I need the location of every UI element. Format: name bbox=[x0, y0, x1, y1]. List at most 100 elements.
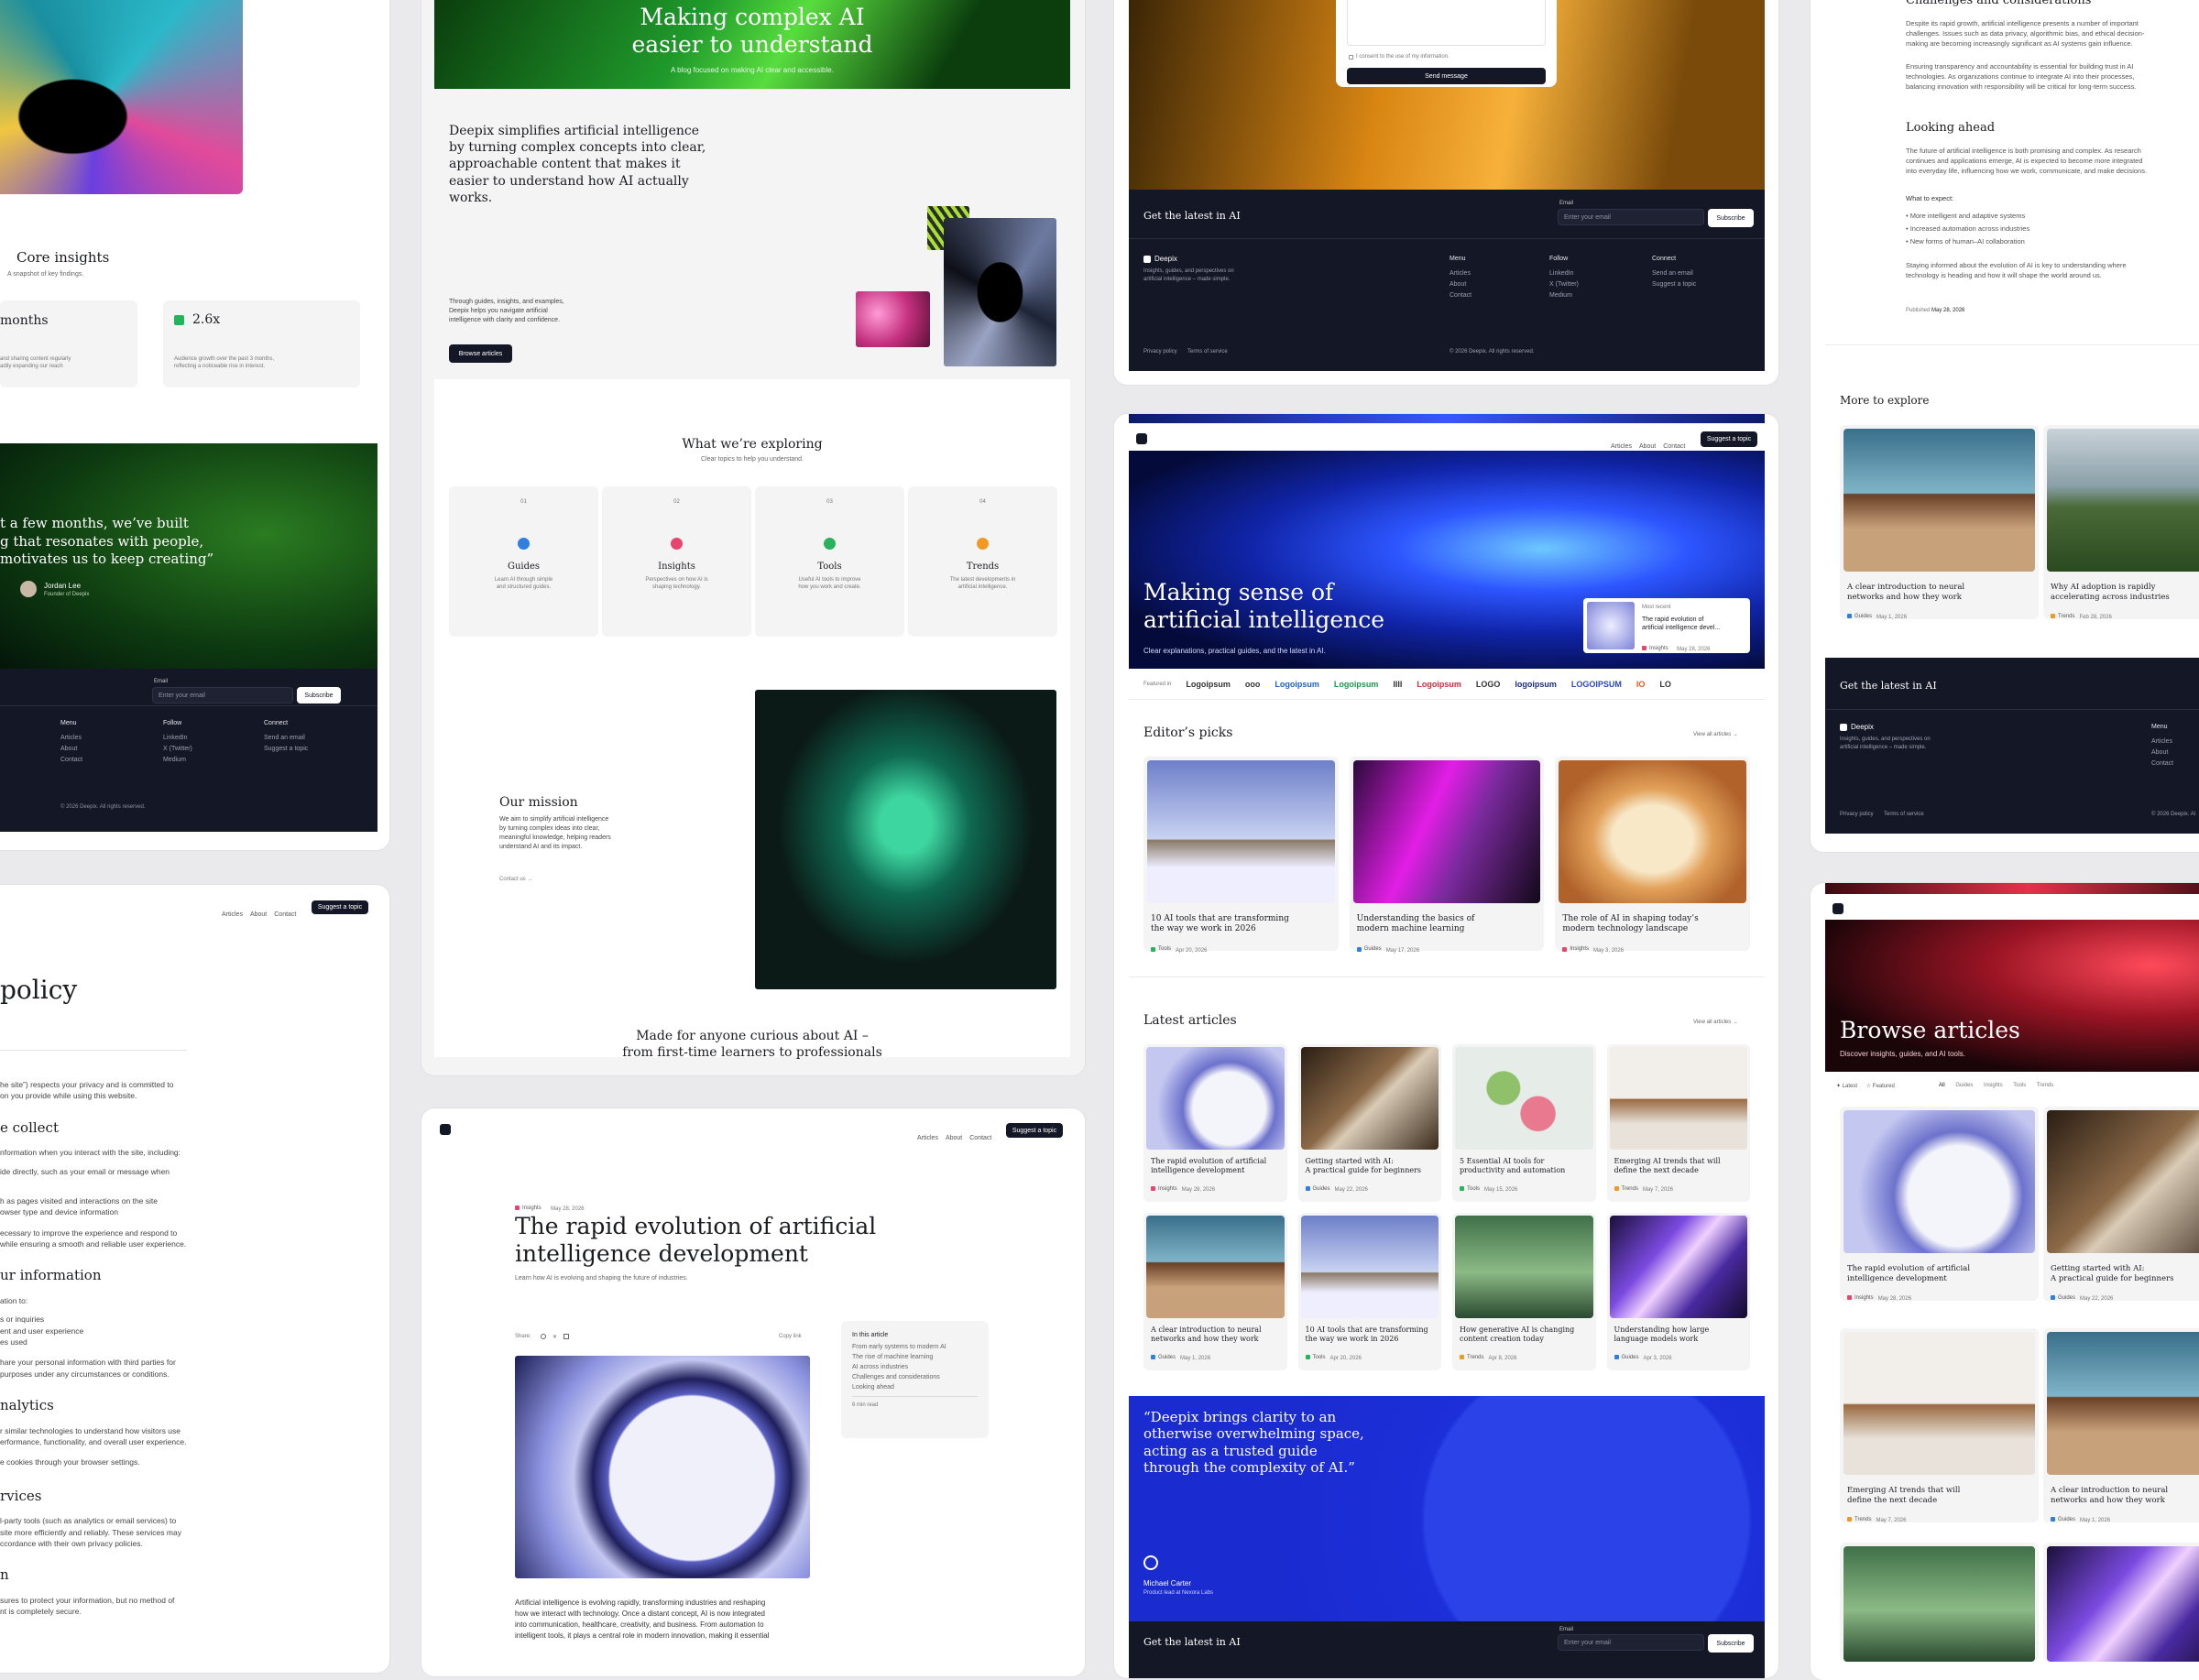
view-all-link[interactable]: View all articles → bbox=[1693, 1020, 1738, 1025]
toc-link[interactable]: AI across industries bbox=[852, 1364, 978, 1370]
article-card[interactable]: The role of AI in shaping today’s modern… bbox=[1555, 757, 1751, 954]
topics-grid: 01 Guides Learn AI through simple and st… bbox=[449, 486, 1057, 637]
article-card[interactable]: 10 AI tools that are transforming the wa… bbox=[1143, 757, 1339, 954]
suggest-topic-button[interactable]: Suggest a topic bbox=[312, 900, 368, 914]
terms-link[interactable]: Terms of service bbox=[1187, 349, 1228, 355]
read-time: 6 min read bbox=[852, 1402, 879, 1408]
newsletter-title: Get the latest in AI bbox=[1840, 680, 1937, 692]
toc-link[interactable]: From early systems to modern AI bbox=[852, 1344, 978, 1350]
sort-latest[interactable]: ✦ Latest bbox=[1836, 1084, 1857, 1089]
footer-link[interactable]: About bbox=[1450, 281, 1471, 288]
footer-link[interactable]: Articles bbox=[60, 735, 82, 741]
article-card[interactable] bbox=[2043, 1543, 2199, 1662]
footer-link[interactable]: Medium bbox=[1549, 292, 1579, 299]
topic-card[interactable]: 01 Guides Learn AI through simple and st… bbox=[449, 486, 598, 637]
nav-link[interactable]: About bbox=[946, 1135, 962, 1141]
article-card[interactable]: The rapid evolution of artificial intell… bbox=[1840, 1107, 2039, 1302]
policy-heading: n bbox=[0, 1566, 9, 1584]
footer-link[interactable]: Articles bbox=[2151, 738, 2173, 745]
topic-card[interactable]: 03 Tools Useful AI tools to improve how … bbox=[755, 486, 904, 637]
footer-link[interactable]: Contact bbox=[2151, 760, 2173, 767]
flame-icon bbox=[977, 538, 989, 550]
contact-us-link[interactable]: Contact us → bbox=[499, 877, 532, 882]
terms-link[interactable]: Terms of service bbox=[1884, 812, 1924, 817]
footer-link[interactable]: About bbox=[60, 746, 82, 752]
x-icon[interactable]: ✕ bbox=[552, 1334, 557, 1340]
browse-articles-button[interactable]: Browse articles bbox=[449, 344, 512, 363]
nav-link[interactable]: Contact bbox=[274, 911, 296, 918]
nav-link[interactable]: Contact bbox=[969, 1135, 991, 1141]
article-card[interactable]: Understanding how large language models … bbox=[1606, 1213, 1750, 1370]
copy-link-button[interactable]: Copy link bbox=[779, 1334, 802, 1339]
nav-link[interactable]: Articles bbox=[917, 1135, 938, 1141]
email-input[interactable]: Enter your email bbox=[152, 687, 293, 704]
footer-link[interactable]: LinkedIn bbox=[1549, 270, 1579, 277]
send-message-button[interactable]: Send message bbox=[1347, 68, 1546, 84]
nav-link[interactable]: Contact bbox=[1663, 443, 1685, 450]
footer-link[interactable]: Send an email bbox=[264, 735, 308, 741]
filter-tab[interactable]: Guides bbox=[1955, 1083, 1973, 1088]
policy-paragraph: s or inquiries ent and user experience e… bbox=[0, 1315, 84, 1347]
filter-tab[interactable]: Tools bbox=[2013, 1083, 2026, 1088]
subscribe-button[interactable]: Subscribe bbox=[297, 687, 341, 704]
footer-link[interactable]: Suggest a topic bbox=[264, 746, 308, 752]
filter-tab[interactable]: Trends bbox=[2037, 1083, 2053, 1088]
article-card[interactable]: 10 AI tools that are transforming the wa… bbox=[1297, 1213, 1441, 1370]
article-card[interactable] bbox=[1840, 1543, 2039, 1662]
article-card[interactable]: A clear introduction to neural networks … bbox=[2043, 1328, 2199, 1523]
filter-tab[interactable]: All bbox=[1939, 1083, 1945, 1088]
article-card[interactable]: How generative AI is changing content cr… bbox=[1452, 1213, 1596, 1370]
footer-link[interactable]: LinkedIn bbox=[163, 735, 192, 741]
nav-link[interactable]: About bbox=[1639, 443, 1656, 450]
footer-link[interactable]: Contact bbox=[1450, 292, 1471, 299]
subscribe-button[interactable]: Subscribe bbox=[1708, 1634, 1754, 1653]
subscribe-button[interactable]: Subscribe bbox=[1708, 209, 1754, 227]
sort-featured[interactable]: ☆ Featured bbox=[1866, 1084, 1895, 1089]
footer-link[interactable]: Articles bbox=[1450, 270, 1471, 277]
article-card[interactable]: Understanding the basics of modern machi… bbox=[1349, 757, 1545, 954]
footer-link[interactable]: Send an email bbox=[1652, 270, 1696, 277]
mission-image bbox=[755, 690, 1056, 989]
most-recent-card[interactable]: Most recent The rapid evolution of artif… bbox=[1583, 598, 1750, 653]
footer-link[interactable]: Medium bbox=[163, 757, 192, 763]
topic-card[interactable]: 02 Insights Perspectives on how AI is sh… bbox=[602, 486, 751, 637]
suggest-topic-button[interactable]: Suggest a topic bbox=[1701, 431, 1757, 447]
privacy-link[interactable]: Privacy policy bbox=[1143, 349, 1177, 355]
email-input[interactable]: Enter your email bbox=[1558, 1634, 1704, 1651]
article-card[interactable]: The rapid evolution of artificial intell… bbox=[1143, 1044, 1287, 1202]
article-card[interactable]: 5 Essential AI tools for productivity an… bbox=[1452, 1044, 1596, 1202]
nav-link[interactable]: Articles bbox=[1611, 443, 1632, 450]
article-card[interactable]: A clear introduction to neural networks … bbox=[1143, 1213, 1287, 1370]
partner-logo: LO bbox=[1659, 679, 1671, 689]
topic-card[interactable]: 04 Trends The latest developments in art… bbox=[908, 486, 1057, 637]
toc-link[interactable]: The rise of machine learning bbox=[852, 1354, 978, 1360]
article-card[interactable]: Emerging AI trends that will define the … bbox=[1840, 1328, 2039, 1523]
footer-link[interactable]: X (Twitter) bbox=[163, 746, 192, 752]
footer-link[interactable]: X (Twitter) bbox=[1549, 281, 1579, 288]
message-textarea[interactable] bbox=[1347, 0, 1546, 46]
article-card[interactable]: A clear introduction to neural networks … bbox=[1840, 425, 2039, 620]
filter-tab[interactable]: Insights bbox=[1984, 1083, 2003, 1088]
facebook-icon[interactable] bbox=[541, 1334, 546, 1339]
toc-link[interactable]: Challenges and considerations bbox=[852, 1374, 978, 1380]
article-card[interactable]: Getting started with AI: A practical gui… bbox=[1297, 1044, 1441, 1202]
view-all-link[interactable]: View all articles → bbox=[1693, 732, 1738, 737]
privacy-link[interactable]: Privacy policy bbox=[1840, 812, 1874, 817]
footer-link[interactable]: Suggest a topic bbox=[1652, 281, 1696, 288]
footer-link[interactable]: Contact bbox=[60, 757, 82, 763]
nav-link[interactable]: About bbox=[250, 911, 267, 918]
nav-link[interactable]: Articles bbox=[222, 911, 243, 918]
article-image-hills bbox=[2047, 429, 2199, 572]
toc-link[interactable]: Looking ahead bbox=[852, 1384, 978, 1391]
article-image-cabin bbox=[1147, 760, 1335, 903]
article-card[interactable]: Why AI adoption is rapidly accelerating … bbox=[2043, 425, 2199, 620]
newsletter-title: Get the latest in AI bbox=[1143, 210, 1241, 222]
consent-checkbox[interactable] bbox=[1349, 55, 1353, 60]
home-hero-sub: Clear explanations, practical guides, an… bbox=[1143, 647, 1326, 655]
email-input[interactable]: Enter your email bbox=[1558, 209, 1704, 225]
article-card[interactable]: Emerging AI trends that will define the … bbox=[1606, 1044, 1750, 1202]
linkedin-icon[interactable] bbox=[563, 1334, 569, 1339]
article-card[interactable]: Getting started with AI: A practical gui… bbox=[2043, 1107, 2199, 1302]
suggest-topic-button[interactable]: Suggest a topic bbox=[1006, 1123, 1063, 1138]
footer-link[interactable]: About bbox=[2151, 749, 2173, 756]
